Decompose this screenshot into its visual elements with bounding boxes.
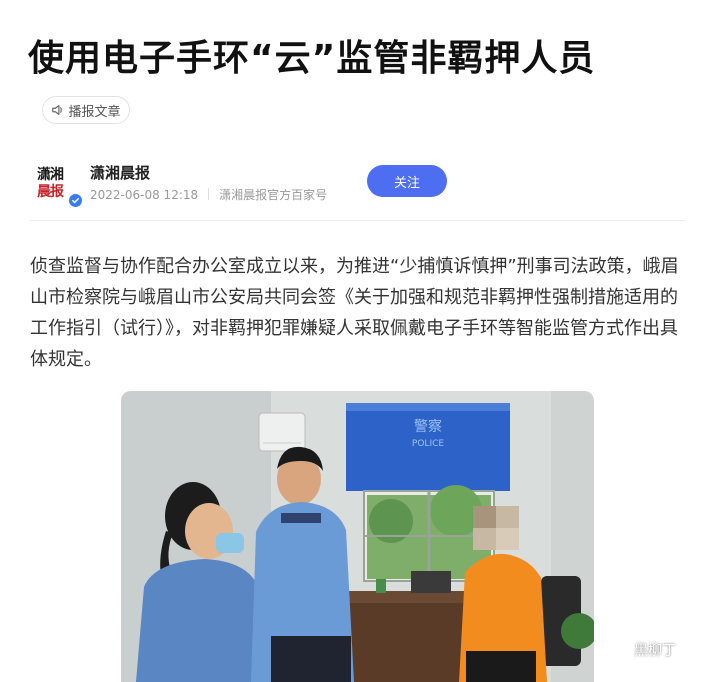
author-name[interactable]: 潇湘晨报 xyxy=(90,162,150,183)
police-sign-sub: POLICE xyxy=(412,439,444,449)
speaker-icon xyxy=(52,105,63,115)
article-title: 使用电子手环“云”监管非羁押人员 xyxy=(28,38,596,79)
photo-watermark: 黑柳丁 xyxy=(612,640,676,660)
watermark-text: 黑柳丁 xyxy=(634,643,676,659)
author-source: 潇湘晨报官方百家号 xyxy=(219,188,328,202)
photo-scene: 警察 POLICE xyxy=(121,391,594,682)
follow-button[interactable]: 关注 xyxy=(367,165,447,197)
police-sign-main: 警察 xyxy=(414,418,442,435)
article-photo[interactable]: 警察 POLICE xyxy=(121,391,594,682)
avatar-text-bottom: 晨报 xyxy=(37,184,64,200)
verified-icon xyxy=(68,193,83,208)
author-row: 潇湘 晨报 潇湘晨报 2022-06-08 12:18 潇湘晨报官方百家号 关注 xyxy=(30,158,686,221)
listen-article-button[interactable]: 播报文章 xyxy=(42,96,130,124)
listen-article-label: 播报文章 xyxy=(68,104,121,120)
author-avatar[interactable]: 潇湘 晨报 xyxy=(34,160,83,208)
author-meta: 2022-06-08 12:18 潇湘晨报官方百家号 xyxy=(90,186,327,203)
publish-date: 2022-06-08 12:18 xyxy=(90,188,199,202)
meta-divider xyxy=(208,188,210,200)
wechat-icon xyxy=(612,642,630,657)
article-paragraph: 侦查监督与协作配合办公室成立以来，为推进“少捕慎诉慎押”刑事司法政策，峨眉山市检… xyxy=(30,256,679,370)
